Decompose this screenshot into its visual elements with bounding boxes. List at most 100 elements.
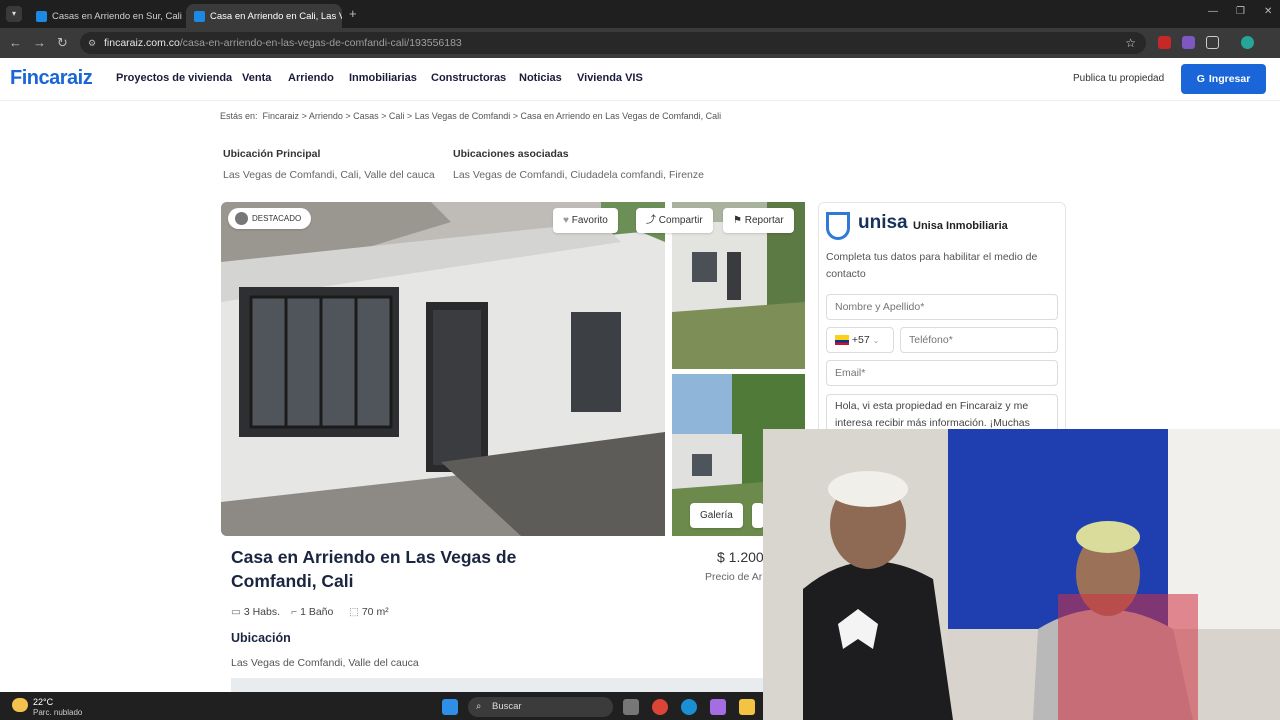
tab-search-button[interactable]: ▾ (6, 6, 22, 22)
extension-icon[interactable] (1182, 36, 1195, 49)
taskbar-search-label: Buscar (492, 701, 522, 712)
breadcrumb-item[interactable]: Arriendo (309, 111, 343, 121)
new-tab-icon[interactable]: + (349, 6, 357, 21)
file-explorer-icon[interactable] (739, 699, 755, 715)
publica-link[interactable]: Publica tu propiedad (1073, 73, 1164, 84)
fincaraiz-logo[interactable]: Fincaraiz (10, 67, 93, 90)
site-header: Fincaraiz Proyectos de vivienda Venta Ar… (0, 58, 1280, 101)
ubicaciones-asociadas-value: Las Vegas de Comfandi, Ciudadela comfand… (453, 169, 704, 181)
nav-arriendo[interactable]: Arriendo (288, 72, 334, 84)
house-photo-illustration (221, 202, 665, 536)
country-code-select[interactable]: +57 ⌄ (826, 327, 894, 353)
listing-price: $ 1.200 (717, 549, 764, 565)
url-domain: fincaraiz.com.co (104, 37, 180, 49)
site-favicon-icon (194, 10, 205, 22)
minimize-icon[interactable]: — (1208, 6, 1218, 17)
nav-venta[interactable]: Venta (242, 72, 271, 84)
colombia-flag-icon (835, 335, 849, 346)
ubicacion-principal-label: Ubicación Principal (223, 148, 321, 160)
nav-proyectos[interactable]: Proyectos de vivienda (116, 72, 232, 84)
star-icon (235, 212, 248, 225)
address-bar[interactable]: ⚙ fincaraiz.com.co/casa-en-arriendo-en-l… (80, 32, 1146, 54)
maximize-icon[interactable]: ❐ (1236, 6, 1245, 17)
url-path: /casa-en-arriendo-en-las-vegas-de-comfan… (179, 37, 462, 49)
heart-icon: ♥ (563, 215, 569, 226)
nav-constructoras[interactable]: Constructoras (431, 72, 506, 84)
webcam-overlay (763, 429, 1280, 720)
windows-start-icon[interactable] (442, 699, 458, 715)
location-map[interactable] (231, 678, 763, 692)
galeria-button[interactable]: Galería (690, 503, 743, 528)
chrome-icon[interactable] (652, 699, 668, 715)
name-field[interactable] (826, 294, 1058, 320)
destacado-badge: DESTACADO (228, 208, 312, 229)
habs-value: 3 Habs. (243, 606, 281, 618)
browser-toolbar: ← → ↻ ⚙ fincaraiz.com.co/casa-en-arriend… (0, 28, 1280, 76)
google-icon: G (1196, 73, 1205, 85)
nav-noticias[interactable]: Noticias (519, 72, 562, 84)
windows-taskbar (0, 692, 763, 720)
extension-icon[interactable] (1158, 36, 1171, 49)
forward-icon[interactable]: → (33, 35, 46, 50)
breadcrumb-current: Casa en Arriendo en Las Vegas de Comfand… (520, 111, 722, 121)
bed-icon: ▭ (231, 606, 241, 618)
listing-title: Casa en Arriendo en Las Vegas de Comfand… (231, 547, 517, 591)
breadcrumb-item[interactable]: Fincaraiz (263, 111, 300, 121)
weather-status: Parc. nublado (33, 708, 83, 717)
message-textarea[interactable]: Hola, vi esta propiedad en Fincaraiz y m… (826, 394, 1058, 434)
ubicacion-heading: Ubicación (231, 631, 291, 645)
bathtub-icon: ⌐ (291, 606, 298, 618)
galeria-label: Galería (700, 510, 733, 521)
area-icon: ⬚ (349, 606, 359, 618)
close-window-icon[interactable]: ✕ (1264, 6, 1272, 17)
task-view-icon[interactable] (623, 699, 639, 715)
profile-avatar[interactable] (1241, 36, 1254, 49)
favorito-button[interactable]: ♥ Favorito (553, 208, 618, 233)
browser-tab-bar: ▾ Casas en Arriendo en Sur, Cali y ✕ Cas… (0, 0, 1280, 28)
taskbar-search[interactable]: ⌕ Buscar (468, 697, 613, 717)
price-label: Precio de Ar (705, 571, 763, 583)
reportar-button[interactable]: ⚑ Reportar (723, 208, 794, 233)
site-info-icon[interactable]: ⚙ (88, 32, 96, 54)
nav-vivienda-vis[interactable]: Vivienda VIS (577, 72, 643, 84)
browser-tab-active[interactable]: Casa en Arriendo en Cali, Las V ✕ (186, 4, 342, 28)
back-icon[interactable]: ← (9, 35, 22, 50)
reload-icon[interactable]: ↻ (57, 35, 68, 51)
agency-name[interactable]: Unisa Inmobiliaria (913, 220, 1008, 232)
extensions-puzzle-icon[interactable] (1206, 36, 1219, 49)
breadcrumb-item[interactable]: Casas (353, 111, 379, 121)
browser-tab[interactable]: Casas en Arriendo en Sur, Cali y ✕ (28, 4, 182, 28)
chevron-down-icon: ⌄ (872, 336, 880, 345)
unisa-shield-icon (826, 212, 850, 240)
banos-value: 1 Baño (300, 606, 334, 618)
ubicaciones-asociadas-label: Ubicaciones asociadas (453, 148, 569, 160)
unisa-logo: unisa (858, 212, 908, 233)
weather-icon[interactable] (12, 698, 28, 712)
breadcrumb-item[interactable]: Las Vegas de Comfandi (415, 111, 511, 121)
banos-feature: ⌐ 1 Baño (291, 606, 333, 618)
phone-field[interactable] (900, 327, 1058, 353)
ingresar-button[interactable]: G Ingresar (1181, 64, 1266, 94)
flag-icon: ⚑ (733, 215, 742, 226)
ubicacion-value: Las Vegas de Comfandi, Valle del cauca (231, 657, 419, 669)
habs-feature: ▭ 3 Habs. (231, 606, 280, 618)
destacado-label: DESTACADO (252, 214, 302, 223)
breadcrumb-item[interactable]: Cali (389, 111, 405, 121)
favorito-label: Favorito (571, 215, 608, 226)
reportar-label: Reportar (744, 215, 784, 226)
country-code: +57 (851, 334, 870, 346)
breadcrumb: Estás en: Fincaraiz > Arriendo > Casas >… (220, 111, 722, 121)
webcam-video-illustration (763, 429, 1280, 720)
compartir-button[interactable]: ⤴ Compartir (636, 208, 713, 233)
breadcrumb-prefix: Estás en: (220, 111, 258, 121)
tab-title: Casa en Arriendo en Cali, Las V (210, 10, 342, 22)
bookmark-star-icon[interactable]: ☆ (1125, 32, 1136, 54)
share-icon: ⤴ (646, 215, 656, 226)
nav-inmobiliarias[interactable]: Inmobiliarias (349, 72, 417, 84)
edge-icon[interactable] (681, 699, 697, 715)
compartir-label: Compartir (658, 215, 703, 226)
site-favicon-icon (36, 10, 47, 22)
copilot-icon[interactable] (710, 699, 726, 715)
email-field[interactable] (826, 360, 1058, 386)
main-property-photo[interactable] (221, 202, 665, 536)
